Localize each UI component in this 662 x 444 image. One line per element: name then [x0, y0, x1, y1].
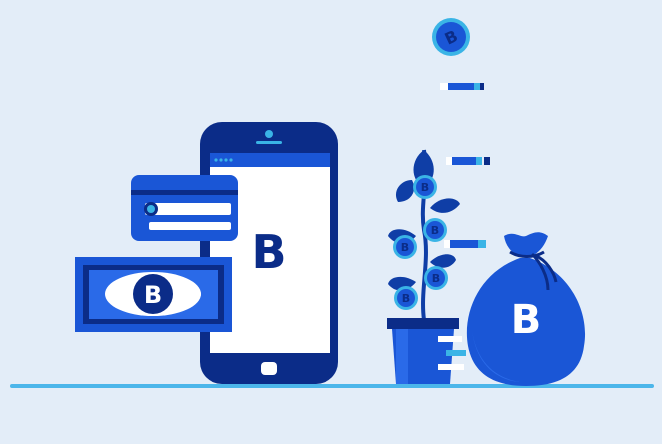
plant-coin-icon: B: [413, 175, 437, 199]
phone-speaker: [256, 141, 282, 144]
phone-home-button: [261, 362, 277, 375]
money-bag-bitcoin-glyph: B: [511, 297, 542, 343]
plant-coin-glyph: B: [432, 272, 440, 285]
plant-coin-glyph: B: [401, 241, 409, 254]
plant-coin-icon: B: [423, 218, 447, 242]
smartphone-icon: B: [200, 122, 338, 384]
plant-coin-icon: B: [424, 266, 448, 290]
streak-lower: [444, 240, 486, 248]
motion-streaks: [440, 83, 490, 248]
ground-line: [10, 384, 654, 388]
banknote-icon: B: [75, 257, 232, 332]
banknote-bitcoin-glyph: B: [144, 281, 162, 309]
phone-camera: [265, 130, 273, 138]
plant-leaf: [430, 198, 460, 213]
money-bag-icon: B: [466, 232, 586, 386]
bitcoin-illustration: B B B B B B B B B: [10, 18, 654, 388]
phone-bitcoin-glyph: B: [251, 225, 286, 279]
streak-top: [440, 83, 484, 90]
streak-middle: [446, 157, 490, 165]
phone-status-bar: [210, 153, 330, 167]
credit-card-icon: [131, 175, 238, 241]
plant-icon: B B B B B: [387, 149, 466, 384]
plant-coin-glyph: B: [421, 181, 429, 194]
falling-bitcoin-coin-icon: B: [432, 18, 470, 56]
plant-coin-glyph: B: [402, 292, 410, 305]
plant-pot-rim: [387, 318, 459, 329]
plant-leaf: [430, 254, 456, 268]
plant-coin-icon: B: [393, 235, 417, 259]
plant-coin-icon: B: [394, 286, 418, 310]
plant-leaf: [395, 180, 415, 202]
plant-coin-glyph: B: [431, 224, 439, 237]
